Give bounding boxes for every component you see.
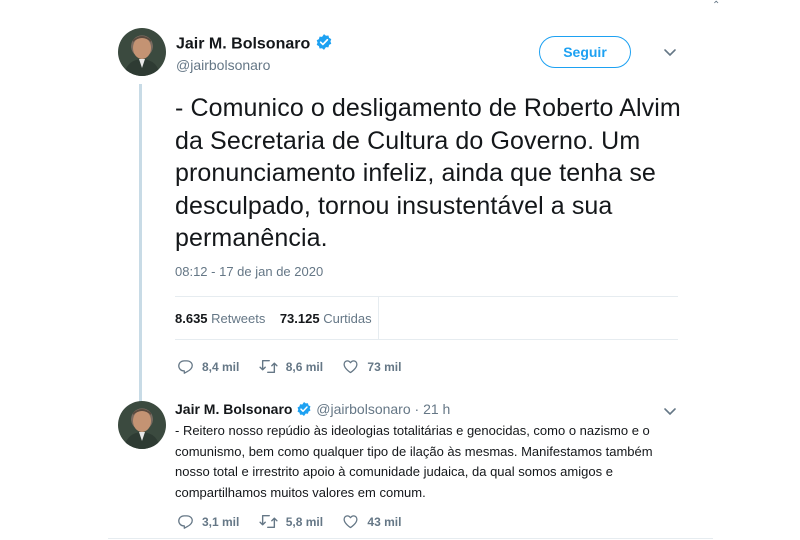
heart-icon (343, 515, 358, 529)
retweets-stat-count: 8.635 (175, 311, 208, 326)
tweet-timestamp[interactable]: 08:12 - 17 de jan de 2020 (175, 264, 323, 279)
reply-tweet-actions: 3,1 mil 5,8 mil 43 mil (177, 513, 417, 533)
retweet-button[interactable]: 8,6 mil (259, 358, 323, 375)
retweet-icon (259, 514, 278, 529)
top-chevron-icon: ⌃ (712, 0, 721, 11)
reply-count: 3,1 mil (202, 514, 240, 529)
stats-separator (378, 296, 379, 339)
reply-header: Jair M. Bolsonaro @jairbolsonaro · 21 h (175, 401, 450, 420)
retweet-count: 8,6 mil (285, 359, 324, 374)
likes-stat[interactable]: 73.125 Curtidas (280, 311, 372, 326)
author-name-row[interactable]: Jair M. Bolsonaro (176, 33, 333, 56)
like-button[interactable]: 43 mil (342, 513, 401, 530)
reply-author-handle[interactable]: @jairbolsonaro (316, 401, 410, 417)
verified-badge-icon (296, 401, 312, 420)
tweet-menu-chevron-icon[interactable] (662, 44, 678, 65)
reply-author-avatar[interactable] (118, 401, 166, 449)
follow-button[interactable]: Seguir (539, 36, 631, 68)
tweet-stats: 8.635 Retweets 73.125 Curtidas (175, 311, 372, 326)
main-tweet-actions: 8,4 mil 8,6 mil 73 mil (177, 358, 417, 378)
like-count: 73 mil (367, 359, 402, 374)
reply-button[interactable]: 3,1 mil (177, 513, 239, 530)
likes-stat-count: 73.125 (279, 311, 320, 326)
retweets-stat[interactable]: 8.635 Retweets (175, 311, 265, 326)
heart-icon (343, 360, 358, 374)
divider (108, 538, 713, 539)
author-name[interactable]: Jair M. Bolsonaro (176, 36, 310, 53)
reply-dot-separator: · (414, 401, 420, 418)
retweet-count: 5,8 mil (285, 514, 324, 529)
verified-badge-icon (315, 33, 333, 56)
author-avatar[interactable] (118, 28, 166, 76)
reply-count: 8,4 mil (202, 359, 240, 374)
like-count: 43 mil (367, 514, 402, 529)
author-handle[interactable]: @jairbolsonaro (176, 57, 270, 73)
reply-icon (178, 515, 193, 529)
retweet-icon (259, 359, 278, 374)
tweet-text: - Comunico o desligamento de Roberto Alv… (175, 94, 681, 252)
reply-text: - Reitero nosso repúdio às ideologias to… (175, 423, 653, 501)
likes-stat-label: Curtidas (323, 311, 372, 326)
reply-button[interactable]: 8,4 mil (177, 358, 239, 375)
retweet-button[interactable]: 5,8 mil (259, 513, 323, 530)
retweets-stat-label: Retweets (211, 311, 266, 326)
like-button[interactable]: 73 mil (342, 358, 401, 375)
divider (175, 339, 678, 340)
thread-line (139, 84, 142, 402)
reply-author-name[interactable]: Jair M. Bolsonaro (175, 401, 292, 417)
reply-icon (178, 360, 193, 374)
reply-time[interactable]: 21 h (423, 401, 450, 417)
divider (175, 296, 678, 297)
